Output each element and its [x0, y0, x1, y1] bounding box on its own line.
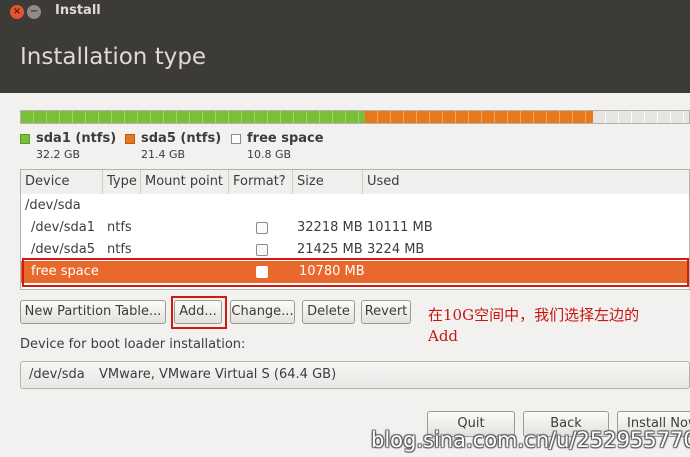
page-header: Installation type	[0, 24, 690, 93]
window-close-icon[interactable]: ×	[10, 5, 24, 19]
page-title: Installation type	[20, 44, 207, 70]
partition-bar-segment-sda1	[21, 111, 365, 123]
legend-size: 10.8 GB	[247, 148, 292, 161]
partition-bar-segment-sda5	[365, 111, 593, 123]
column-header-used[interactable]: Used	[363, 170, 689, 194]
selected-row-highlight-box	[22, 258, 689, 287]
legend-name: sda5 (ntfs)	[141, 131, 222, 146]
add-button-highlight-box	[171, 296, 227, 329]
column-header-format[interactable]: Format?	[229, 170, 293, 194]
column-header-type[interactable]: Type	[103, 170, 141, 194]
device-cell: /dev/sda	[25, 198, 81, 213]
used-cell: 10111 MB	[367, 220, 433, 235]
partition-bar-segment-free-space	[593, 111, 689, 123]
device-cell: /dev/sda1	[31, 220, 95, 235]
partition-bar	[20, 110, 690, 124]
format-checkbox[interactable]	[256, 244, 268, 256]
legend-size: 32.2 GB	[36, 148, 81, 161]
change-button[interactable]: Change...	[230, 300, 295, 324]
window-titlebar: × − Install	[0, 0, 690, 24]
revert-button[interactable]: Revert	[361, 300, 411, 324]
legend-name: free space	[247, 131, 324, 146]
legend-size: 21.4 GB	[141, 148, 186, 161]
column-header-size[interactable]: Size	[293, 170, 363, 194]
window-minimize-icon[interactable]: −	[27, 5, 41, 19]
legend-swatch-icon	[125, 134, 135, 144]
bootloader-device-select[interactable]: /dev/sda VMware, VMware Virtual S (64.4 …	[20, 361, 690, 389]
legend-swatch-icon	[231, 134, 241, 144]
bootloader-label: Device for boot loader installation:	[20, 337, 246, 352]
size-cell: 32218 MB	[297, 220, 363, 235]
bootloader-device: /dev/sda	[29, 367, 85, 382]
legend-name: sda1 (ntfs)	[36, 131, 117, 146]
new-partition-table-button[interactable]: New Partition Table...	[20, 300, 166, 324]
window-title: Install	[55, 3, 101, 18]
format-checkbox[interactable]	[256, 222, 268, 234]
annotation-text: 在10G空间中，我们选择左边的 Add	[428, 305, 639, 347]
bootloader-device-description: VMware, VMware Virtual S (64.4 GB)	[99, 367, 337, 382]
table-row-device-group[interactable]: /dev/sda	[21, 195, 689, 217]
type-cell: ntfs	[107, 220, 132, 235]
annotation-line: Add	[428, 327, 459, 345]
delete-button[interactable]: Delete	[302, 300, 355, 324]
column-header-device[interactable]: Device	[21, 170, 103, 194]
table-row[interactable]: /dev/sda1 ntfs 32218 MB 10111 MB	[21, 217, 689, 239]
column-header-mount-point[interactable]: Mount point	[141, 170, 229, 194]
watermark-text: blog.sina.com.cn/u/2529557702	[371, 428, 690, 452]
annotation-line: 在10G空间中，我们选择左边的	[428, 306, 640, 324]
legend-swatch-icon	[20, 134, 30, 144]
